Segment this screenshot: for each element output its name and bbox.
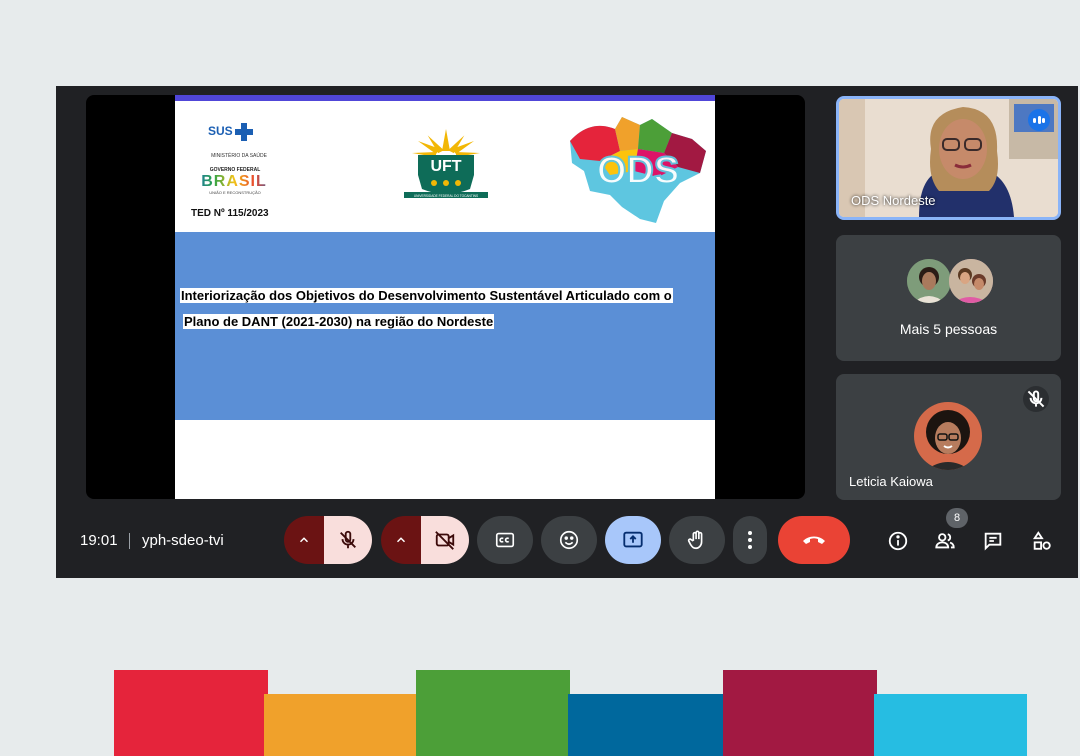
sdg-color-block bbox=[416, 670, 570, 756]
people-button[interactable] bbox=[930, 526, 960, 556]
activities-button[interactable] bbox=[1027, 526, 1057, 556]
presentation-slide: SUS MINISTÉRIO DA SAÚDE GOVERNO FEDERAL … bbox=[175, 95, 715, 499]
meet-window: SUS MINISTÉRIO DA SAÚDE GOVERNO FEDERAL … bbox=[56, 86, 1078, 578]
participant-avatar bbox=[949, 259, 993, 303]
people-icon bbox=[935, 533, 955, 549]
uniao-text: UNIÃO E RECONSTRUÇÃO bbox=[209, 190, 261, 195]
ministerio-text: MINISTÉRIO DA SAÚDE bbox=[211, 153, 267, 159]
captions-button[interactable] bbox=[477, 516, 533, 564]
chat-button[interactable] bbox=[978, 526, 1008, 556]
sdg-color-block bbox=[723, 670, 877, 756]
participant-count-badge: 8 bbox=[946, 508, 968, 528]
more-vert-icon bbox=[748, 531, 752, 549]
raise-hand-button[interactable] bbox=[669, 516, 725, 564]
participant-name: ODS Nordeste bbox=[851, 193, 936, 208]
sus-logo: SUS bbox=[208, 123, 253, 141]
slide-title: Interiorização dos Objetivos do Desenvol… bbox=[180, 283, 710, 335]
end-call-icon bbox=[803, 536, 825, 544]
present-icon bbox=[623, 531, 643, 548]
ods-text: ODS bbox=[597, 150, 679, 192]
present-button[interactable] bbox=[605, 516, 661, 564]
reactions-button[interactable] bbox=[541, 516, 597, 564]
captions-icon bbox=[495, 532, 515, 548]
uft-caption: UNIVERSIDADE FEDERAL DO TOCANTINS bbox=[414, 194, 478, 198]
camera-off-icon bbox=[435, 531, 455, 550]
sdg-color-block bbox=[114, 670, 268, 756]
speaking-indicator-icon bbox=[1028, 109, 1050, 131]
sdg-color-block bbox=[264, 694, 418, 756]
camera-toggle-button[interactable] bbox=[421, 516, 469, 564]
more-participants-label: Mais 5 pessoas bbox=[899, 321, 998, 337]
sus-cross-icon bbox=[234, 123, 253, 141]
uft-logo: UFT UNIVERSIDADE FEDERAL DO TOCANTINS bbox=[404, 129, 488, 198]
ods-nordeste-map-logo: ODS bbox=[570, 117, 706, 223]
slide-header: SUS MINISTÉRIO DA SAÚDE GOVERNO FEDERAL … bbox=[175, 101, 715, 232]
mic-toggle-button[interactable] bbox=[324, 516, 372, 564]
emoji-icon bbox=[559, 530, 579, 550]
slide-title-line2: Plano de DANT (2021-2030) na região do N… bbox=[183, 314, 495, 329]
chevron-up-icon bbox=[396, 537, 406, 543]
participant-tile-more-people[interactable]: Mais 5 pessoas bbox=[836, 235, 1061, 361]
info-icon bbox=[888, 531, 908, 551]
more-options-button[interactable] bbox=[733, 516, 767, 564]
slide-title-line1: Interiorização dos Objetivos do Desenvol… bbox=[180, 288, 673, 303]
mic-off-icon bbox=[340, 530, 356, 549]
participant-avatar bbox=[907, 259, 951, 303]
meeting-time: 19:01 bbox=[80, 532, 118, 549]
uft-text: UFT bbox=[430, 158, 461, 175]
sdg-color-block bbox=[874, 694, 1027, 756]
brasil-logo: BRASIL bbox=[193, 173, 275, 191]
raise-hand-icon bbox=[687, 530, 703, 550]
chat-icon bbox=[984, 532, 1002, 551]
participant-name: Leticia Kaiowa bbox=[849, 474, 933, 489]
camera-options-button[interactable] bbox=[381, 516, 421, 564]
sdg-color-block bbox=[568, 694, 724, 756]
meeting-code: yph-sdeo-tvi bbox=[142, 532, 224, 549]
chevron-up-icon bbox=[299, 537, 309, 543]
activities-icon bbox=[1032, 531, 1051, 550]
sus-label: SUS bbox=[208, 124, 233, 139]
participant-tile-ods-nordeste[interactable]: ODS Nordeste bbox=[836, 96, 1061, 220]
presentation-stage: SUS MINISTÉRIO DA SAÚDE GOVERNO FEDERAL … bbox=[86, 95, 805, 499]
mic-options-button[interactable] bbox=[284, 516, 324, 564]
meeting-details-button[interactable] bbox=[883, 526, 913, 556]
participant-avatar bbox=[914, 402, 982, 470]
participant-tile-leticia-kaiowa[interactable]: Leticia Kaiowa bbox=[836, 374, 1061, 500]
ted-label: TED Nº 115/2023 bbox=[191, 208, 269, 219]
leave-call-button[interactable] bbox=[778, 516, 850, 564]
participant-muted-icon bbox=[1023, 386, 1049, 412]
divider bbox=[129, 533, 130, 549]
